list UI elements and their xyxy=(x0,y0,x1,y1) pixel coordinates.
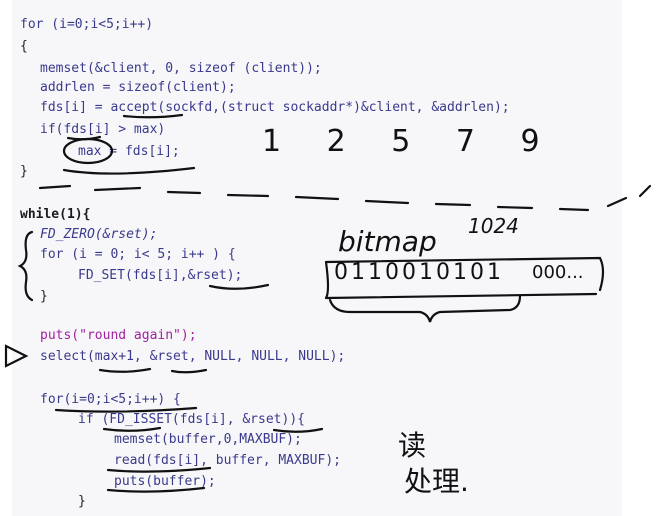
code-line-close-if: } xyxy=(78,494,86,509)
code-line-memset-buffer: memset(buffer,0,MAXBUF); xyxy=(114,432,302,447)
code-line-read: read(fds[i], buffer, MAXBUF); xyxy=(114,453,341,468)
code-line-for-loop: for (i=0;i<5;i++) xyxy=(20,17,154,32)
code-line-max-assign: max = fds[i]; xyxy=(78,144,180,159)
handwritten-bits-tail: 000... xyxy=(532,262,584,283)
handwritten-numbers: 1 2 5 7 9 xyxy=(262,124,558,159)
handwritten-note-read: 读 xyxy=(398,429,427,462)
code-line-close-brace: } xyxy=(20,164,28,179)
code-line-puts-buffer: puts(buffer); xyxy=(114,474,216,489)
code-line-for-fdset: for (i = 0; i< 5; i++ ) { xyxy=(40,247,236,262)
handwritten-bits: 0110010101 xyxy=(334,260,504,285)
code-line-fd-isset: if (FD_ISSET(fds[i], &rset)){ xyxy=(78,412,305,427)
code-line-memset: memset(&client, 0, sizeof (client)); xyxy=(40,61,322,76)
code-line-select: select(max+1, &rset, NULL, NULL, NULL); xyxy=(40,349,346,364)
code-line-puts-round: puts("round again"); xyxy=(40,328,197,343)
handwritten-note-process: 处理. xyxy=(404,465,469,498)
code-line-addrlen: addrlen = sizeof(client); xyxy=(40,80,236,95)
code-line-fd-set: FD_SET(fds[i],&rset); xyxy=(78,268,243,283)
code-line-if-max: if(fds[i] > max) xyxy=(40,122,166,137)
code-line-open-brace: { xyxy=(20,39,28,54)
ink-divider-end xyxy=(638,184,652,198)
code-line-for-isset: for(i=0;i<5;i++) { xyxy=(40,392,181,407)
handwritten-bitmap-label: bitmap xyxy=(338,225,437,258)
code-line-accept: fds[i] = accept(sockfd,(struct sockaddr*… xyxy=(40,100,510,115)
handwritten-bitmap-size: 1024 xyxy=(468,214,519,238)
code-line-while: while(1){ xyxy=(20,207,91,222)
code-line-close-for: } xyxy=(40,289,48,304)
code-line-fd-zero: FD_ZERO(&rset); xyxy=(40,227,158,242)
